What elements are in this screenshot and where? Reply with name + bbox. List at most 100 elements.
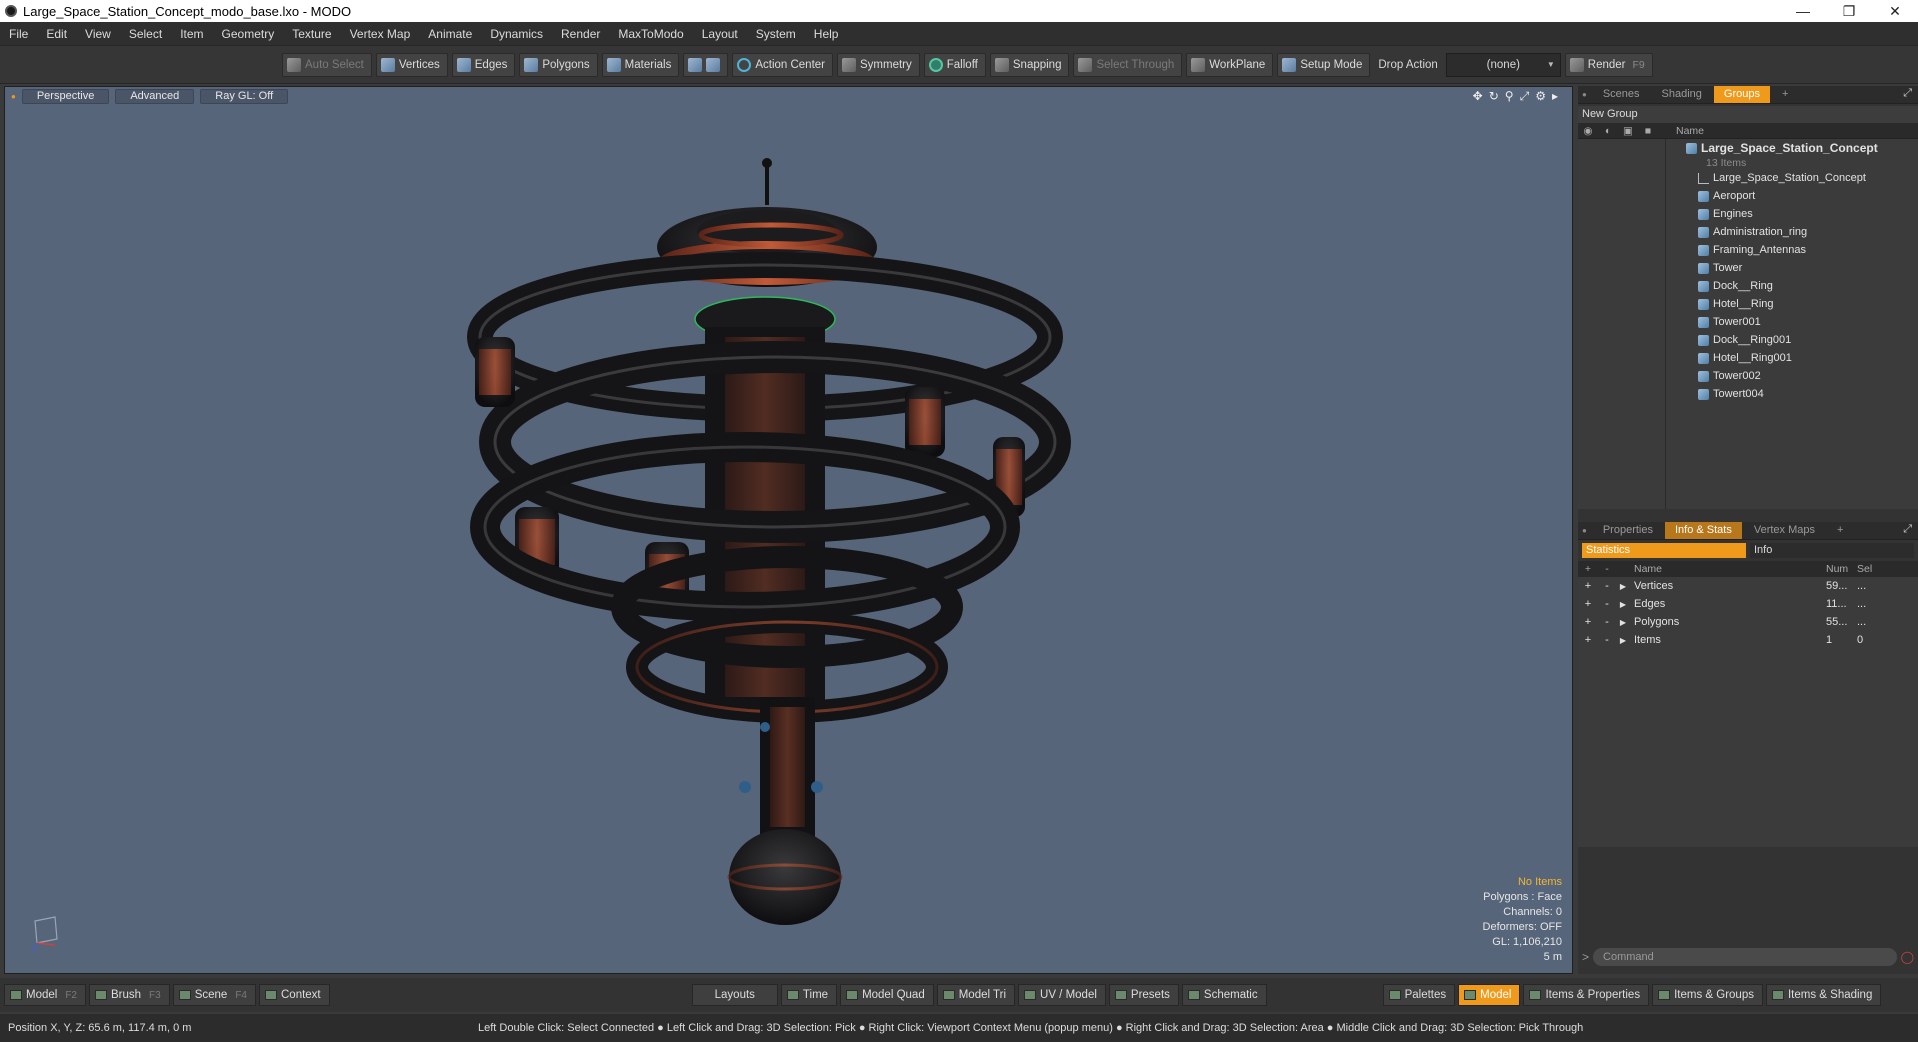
setup-mode-button[interactable]: Setup Mode [1277,52,1371,77]
menu-item[interactable]: Item [171,22,212,46]
tree-item[interactable]: Towert004 [1578,385,1918,403]
brush-mode-button[interactable]: Brush F3 [89,984,170,1006]
command-input[interactable]: Command [1593,948,1897,966]
render-button[interactable]: Render F9 [1564,52,1653,77]
plus-icon[interactable]: + [1578,580,1598,592]
add-tab-icon[interactable]: + [1772,86,1798,103]
tree-item[interactable]: Engines [1578,205,1918,223]
minus-icon[interactable]: - [1598,598,1616,610]
presets-button[interactable]: Presets [1108,984,1179,1006]
menu-animate[interactable]: Animate [419,22,481,46]
tab-properties[interactable]: Properties [1593,522,1663,539]
plus-icon[interactable]: + [1578,598,1598,610]
expand-arrow-icon[interactable]: ▶ [1616,582,1630,591]
table-row[interactable]: + - ▶ Edges 11...... [1578,595,1918,613]
expand-arrow-icon[interactable]: ▶ [1616,618,1630,627]
plus-icon[interactable]: + [1578,634,1598,646]
tree-item[interactable]: Dock__Ring001 [1578,331,1918,349]
workplane-button[interactable]: WorkPlane [1186,52,1274,77]
menu-select[interactable]: Select [120,22,171,46]
tab-statistics[interactable]: Statistics [1582,543,1746,558]
expand-arrow-icon[interactable]: ▶ [1616,636,1630,645]
falloff-button[interactable]: Falloff [923,52,986,77]
expand-all-icon[interactable]: + [1578,563,1598,575]
auto-select-button[interactable]: Auto Select [282,52,372,77]
plus-icon[interactable]: + [1578,616,1598,628]
scene-mode-button[interactable]: Scene F4 [172,984,256,1006]
edges-button[interactable]: Edges [451,52,516,77]
model-tri-button[interactable]: Model Tri [936,984,1016,1006]
minus-icon[interactable]: - [1598,634,1616,646]
items-groups-button[interactable]: Items & Groups [1652,984,1763,1006]
time-button[interactable]: Time [780,984,838,1006]
menu-edit[interactable]: Edit [37,22,76,46]
panel-menu-icon[interactable]: ● [1582,526,1587,535]
add-tab-icon[interactable]: + [1827,522,1853,539]
menu-render[interactable]: Render [552,22,609,46]
uv-model-button[interactable]: UV / Model [1018,984,1106,1006]
tree-item[interactable]: Dock__Ring [1578,277,1918,295]
tree-item[interactable]: Tower [1578,259,1918,277]
tree-item[interactable]: Tower002 [1578,367,1918,385]
action-center-button[interactable]: Action Center [732,52,834,77]
context-mode-button[interactable]: Context [259,984,330,1006]
menu-dynamics[interactable]: Dynamics [481,22,552,46]
model-quad-button[interactable]: Model Quad [840,984,934,1006]
polygons-button[interactable]: Polygons [519,52,598,77]
snapping-button[interactable]: Snapping [989,52,1070,77]
tree-item-root-group[interactable]: Large_Space_Station_Concept [1578,139,1918,157]
tab-vertex-maps[interactable]: Vertex Maps [1744,522,1825,539]
menu-file[interactable]: File [0,22,37,46]
menu-vertex-map[interactable]: Vertex Map [341,22,420,46]
tree-item[interactable]: Aeroport [1578,187,1918,205]
materials-button[interactable]: Materials [601,52,680,77]
table-row[interactable]: + - ▶ Items 1 0 [1578,631,1918,649]
right-panel: ● Scenes Shading Groups + ⤢ New Group ◉ … [1578,86,1918,974]
menu-view[interactable]: View [76,22,120,46]
restore-icon[interactable]: ❐ [1826,0,1872,22]
3d-viewport[interactable]: ● Perspective Advanced Ray GL: Off ✥ ↻ ⚲… [4,86,1573,974]
tab-scenes[interactable]: Scenes [1593,86,1650,103]
expand-arrow-icon[interactable]: ▶ [1616,600,1630,609]
tree-item[interactable]: Framing_Antennas [1578,241,1918,259]
minus-icon[interactable]: - [1598,580,1616,592]
menu-texture[interactable]: Texture [283,22,340,46]
menu-maxtomodo[interactable]: MaxToModo [609,22,692,46]
new-group-button[interactable]: New Group [1578,106,1918,123]
close-icon[interactable]: ✕ [1872,0,1918,22]
tab-info-stats[interactable]: Info & Stats [1664,522,1742,539]
schematic-button[interactable]: Schematic [1181,984,1267,1006]
model-mode-button[interactable]: Model F2 [4,984,86,1006]
tree-item[interactable]: Administration_ring [1578,223,1918,241]
tree-item[interactable]: Hotel__Ring001 [1578,349,1918,367]
tree-item[interactable]: Tower001 [1578,313,1918,331]
menu-layout[interactable]: Layout [693,22,747,46]
menu-system[interactable]: System [747,22,805,46]
minus-icon[interactable]: - [1598,616,1616,628]
command-history-icon[interactable]: ◯ [1901,950,1914,964]
menu-geometry[interactable]: Geometry [213,22,284,46]
drop-action-select[interactable]: (none) ▼ [1445,52,1561,77]
tab-info[interactable]: Info [1750,543,1914,558]
vertices-button[interactable]: Vertices [375,52,448,77]
select-through-button[interactable]: Select Through [1073,52,1183,77]
symmetry-button[interactable]: Symmetry [837,52,920,77]
model-layout-button[interactable]: Model [1458,984,1521,1006]
maximize-panel-icon[interactable]: ⤢ [1903,523,1912,536]
maximize-panel-icon[interactable]: ⤢ [1903,87,1912,100]
palettes-button[interactable]: Palettes [1382,984,1456,1006]
items-properties-button[interactable]: Items & Properties [1523,984,1650,1006]
collapse-all-icon[interactable]: - [1598,563,1616,575]
menu-help[interactable]: Help [805,22,848,46]
panel-menu-icon[interactable]: ● [1582,90,1587,99]
table-row[interactable]: + - ▶ Vertices 59...... [1578,577,1918,595]
tab-groups[interactable]: Groups [1713,86,1770,103]
tree-item[interactable]: Large_Space_Station_Concept [1578,169,1918,187]
layouts-button[interactable]: Layouts [691,984,778,1006]
component-mode-button[interactable] [683,52,729,77]
table-row[interactable]: + - ▶ Polygons 55...... [1578,613,1918,631]
items-shading-button[interactable]: Items & Shading [1765,984,1882,1006]
tree-item[interactable]: Hotel__Ring [1578,295,1918,313]
tab-shading[interactable]: Shading [1652,86,1712,103]
minimize-icon[interactable]: — [1780,0,1826,22]
